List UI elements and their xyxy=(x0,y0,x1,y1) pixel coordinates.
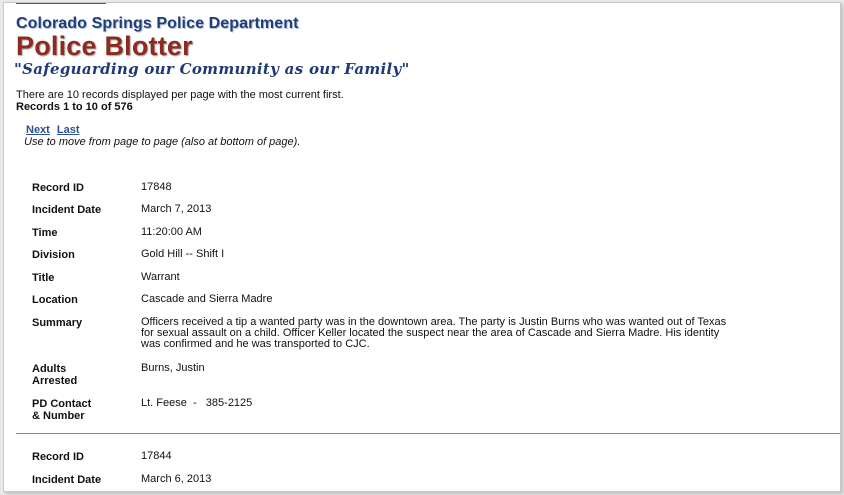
pd-contact-label-line: PD Contact xyxy=(32,398,92,410)
record-id-value: 17844 xyxy=(141,450,172,462)
division-value: Gold Hill -- Shift I xyxy=(141,248,225,260)
record-id-label: Record ID xyxy=(32,182,84,194)
record-id-label: Record ID xyxy=(32,451,84,463)
adults-arrested-label-line: Adults xyxy=(32,363,67,375)
intro-text: There are 10 records displayed per page … xyxy=(16,89,344,113)
incident-date-label: Incident Date xyxy=(32,474,102,486)
pd-contact-label-line: & Number xyxy=(32,410,85,422)
summary-line: was confirmed and he was transported to … xyxy=(141,338,370,350)
page-title: Police Blotter xyxy=(16,31,193,61)
adults-arrested-value: Burns, Justin xyxy=(141,362,205,374)
summary-value: Officers received a tip a wanted party w… xyxy=(141,317,741,350)
pagination-hint: Use to move from page to page (also at b… xyxy=(24,136,301,148)
top-divider xyxy=(16,3,106,4)
time-label: Time xyxy=(32,227,58,239)
records-per-page-text: There are 10 records displayed per page … xyxy=(16,89,344,101)
time-value: 11:20:00 AM xyxy=(141,226,202,238)
title-value: Warrant xyxy=(141,271,180,283)
records-range: Records 1 to 10 of 576 xyxy=(16,101,133,113)
record-divider xyxy=(16,433,840,434)
location-label: Location xyxy=(32,294,78,306)
incident-date-label: Incident Date xyxy=(32,204,102,216)
record-id-value: 17848 xyxy=(141,181,172,193)
adults-arrested-label-line: Arrested xyxy=(32,375,78,387)
pd-contact-label: PD Contact & Number xyxy=(32,398,122,422)
location-value: Cascade and Sierra Madre xyxy=(141,293,273,305)
next-link[interactable]: Next xyxy=(26,124,50,136)
last-link[interactable]: Last xyxy=(57,124,80,136)
title-label: Title xyxy=(32,272,55,284)
pagination-nav: Next Last xyxy=(26,124,84,136)
summary-label: Summary xyxy=(32,317,83,329)
adults-arrested-label: Adults Arrested xyxy=(32,363,122,387)
division-label: Division xyxy=(32,249,75,261)
incident-date-value: March 6, 2013 xyxy=(141,473,212,485)
browser-page: Colorado Springs Police Department Polic… xyxy=(3,2,841,492)
incident-date-value: March 7, 2013 xyxy=(141,203,212,215)
pd-contact-value: Lt. Feese - 385-2125 xyxy=(141,397,253,409)
motto: "Safeguarding our Community as our Famil… xyxy=(14,60,410,78)
